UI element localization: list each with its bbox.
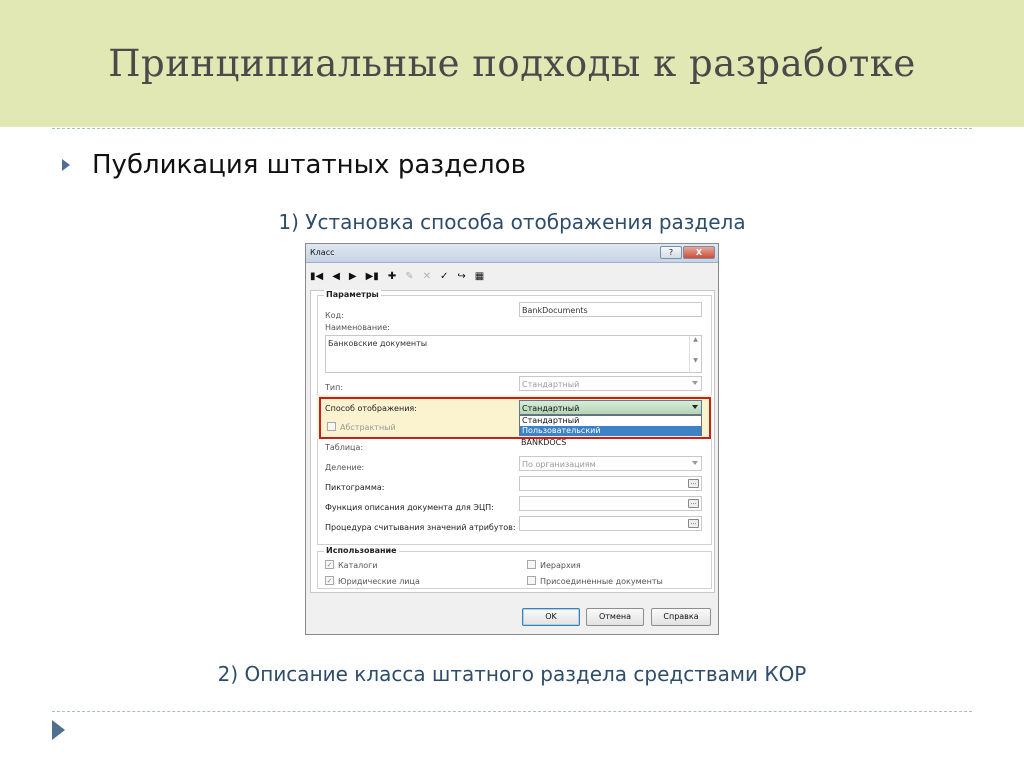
table-label: Таблица: xyxy=(325,443,364,452)
icon-field[interactable]: ... xyxy=(519,476,702,491)
attr-field[interactable]: ... xyxy=(519,516,702,531)
code-field[interactable]: BankDocuments xyxy=(519,302,702,317)
option-custom[interactable]: Пользовательский xyxy=(520,426,701,436)
dialog-toolbar: ▮◀ ◀ ▶ ▶▮ ✚ ✎ ✕ ✓ ↪ ▦ xyxy=(310,268,484,284)
help-title-button[interactable]: ? xyxy=(660,246,682,259)
legal-checkbox[interactable]: ✓ xyxy=(325,576,334,585)
confirm-icon[interactable]: ✓ xyxy=(440,271,448,282)
prev-record-icon[interactable]: ◀ xyxy=(332,271,340,282)
name-value: Банковские документы xyxy=(328,339,428,348)
icon-browse-button[interactable]: ... xyxy=(688,479,699,488)
parameters-group-title: Параметры xyxy=(324,290,381,299)
code-label: Код: xyxy=(325,311,344,320)
legal-label: Юридические лица xyxy=(338,577,420,586)
type-value: Стандартный xyxy=(522,380,580,389)
name-field[interactable]: Банковские документы ▲ ▼ xyxy=(325,335,702,373)
edit-icon[interactable]: ✎ xyxy=(405,271,413,282)
division-dropdown[interactable]: По организациям xyxy=(519,456,702,471)
option-standard[interactable]: Стандартный xyxy=(520,416,701,426)
bullet-arrow-icon xyxy=(62,159,70,171)
close-button[interactable]: X xyxy=(683,246,715,259)
delete-icon[interactable]: ✕ xyxy=(423,271,431,282)
redo-icon[interactable]: ↪ xyxy=(457,271,465,282)
class-dialog: Класс ? X ▮◀ ◀ ▶ ▶▮ ✚ ✎ ✕ ✓ ↪ ▦ Параметр… xyxy=(305,243,719,635)
caption-top: 1) Установка способа отображения раздела xyxy=(278,210,746,234)
ecp-field[interactable]: ... xyxy=(519,496,702,511)
name-scrollbar[interactable]: ▲ ▼ xyxy=(689,336,701,372)
type-label: Тип: xyxy=(325,383,344,392)
catalogs-checkbox[interactable]: ✓ xyxy=(325,560,334,569)
scroll-down-icon[interactable]: ▼ xyxy=(690,357,701,364)
attr-label: Процедура считывания значений атрибутов: xyxy=(325,523,516,532)
last-record-icon[interactable]: ▶▮ xyxy=(366,271,379,282)
attached-label: Присоединенные документы xyxy=(540,577,663,586)
divider-top xyxy=(52,128,972,129)
attr-browse-button[interactable]: ... xyxy=(688,519,699,528)
division-value: По организациям xyxy=(522,460,596,469)
table-value: BANKDOCS xyxy=(521,438,567,447)
chevron-down-icon xyxy=(692,381,698,385)
bullet-text: Публикация штатных разделов xyxy=(92,150,526,180)
add-icon[interactable]: ✚ xyxy=(388,271,396,282)
ecp-browse-button[interactable]: ... xyxy=(688,499,699,508)
divider-bottom xyxy=(52,711,972,712)
hierarchy-checkbox[interactable] xyxy=(527,560,536,569)
slide-title: Принципиальные подходы к разработке xyxy=(108,42,916,85)
chevron-down-icon xyxy=(692,461,698,465)
caption-bottom: 2) Описание класса штатного раздела сред… xyxy=(217,662,807,686)
cancel-button[interactable]: Отмена xyxy=(586,608,644,626)
name-label: Наименование: xyxy=(325,323,390,332)
catalogs-label: Каталоги xyxy=(338,561,378,570)
division-label: Деление: xyxy=(325,463,365,472)
display-mode-options: Стандартный Пользовательский xyxy=(519,415,702,436)
dialog-titlebar: Класс ? X xyxy=(306,244,718,263)
grid-icon[interactable]: ▦ xyxy=(475,271,484,282)
hierarchy-label: Иерархия xyxy=(540,561,581,570)
next-record-icon[interactable]: ▶ xyxy=(349,271,357,282)
dialog-content: Параметры Код: BankDocuments Наименовани… xyxy=(310,290,715,593)
icon-label: Пиктограмма: xyxy=(325,483,385,492)
attached-checkbox[interactable] xyxy=(527,576,536,585)
usage-group-title: Использование xyxy=(324,546,399,555)
ok-button[interactable]: OK xyxy=(522,608,580,626)
scroll-up-icon[interactable]: ▲ xyxy=(690,336,701,343)
footer-arrow-icon xyxy=(52,720,65,740)
ecp-label: Функция описания документа для ЭЦП: xyxy=(325,503,494,512)
bullet-item: Публикация штатных разделов xyxy=(62,150,526,180)
type-dropdown[interactable]: Стандартный xyxy=(519,376,702,391)
first-record-icon[interactable]: ▮◀ xyxy=(310,271,323,282)
dialog-title: Класс xyxy=(310,248,335,257)
help-button[interactable]: Справка xyxy=(651,608,711,626)
